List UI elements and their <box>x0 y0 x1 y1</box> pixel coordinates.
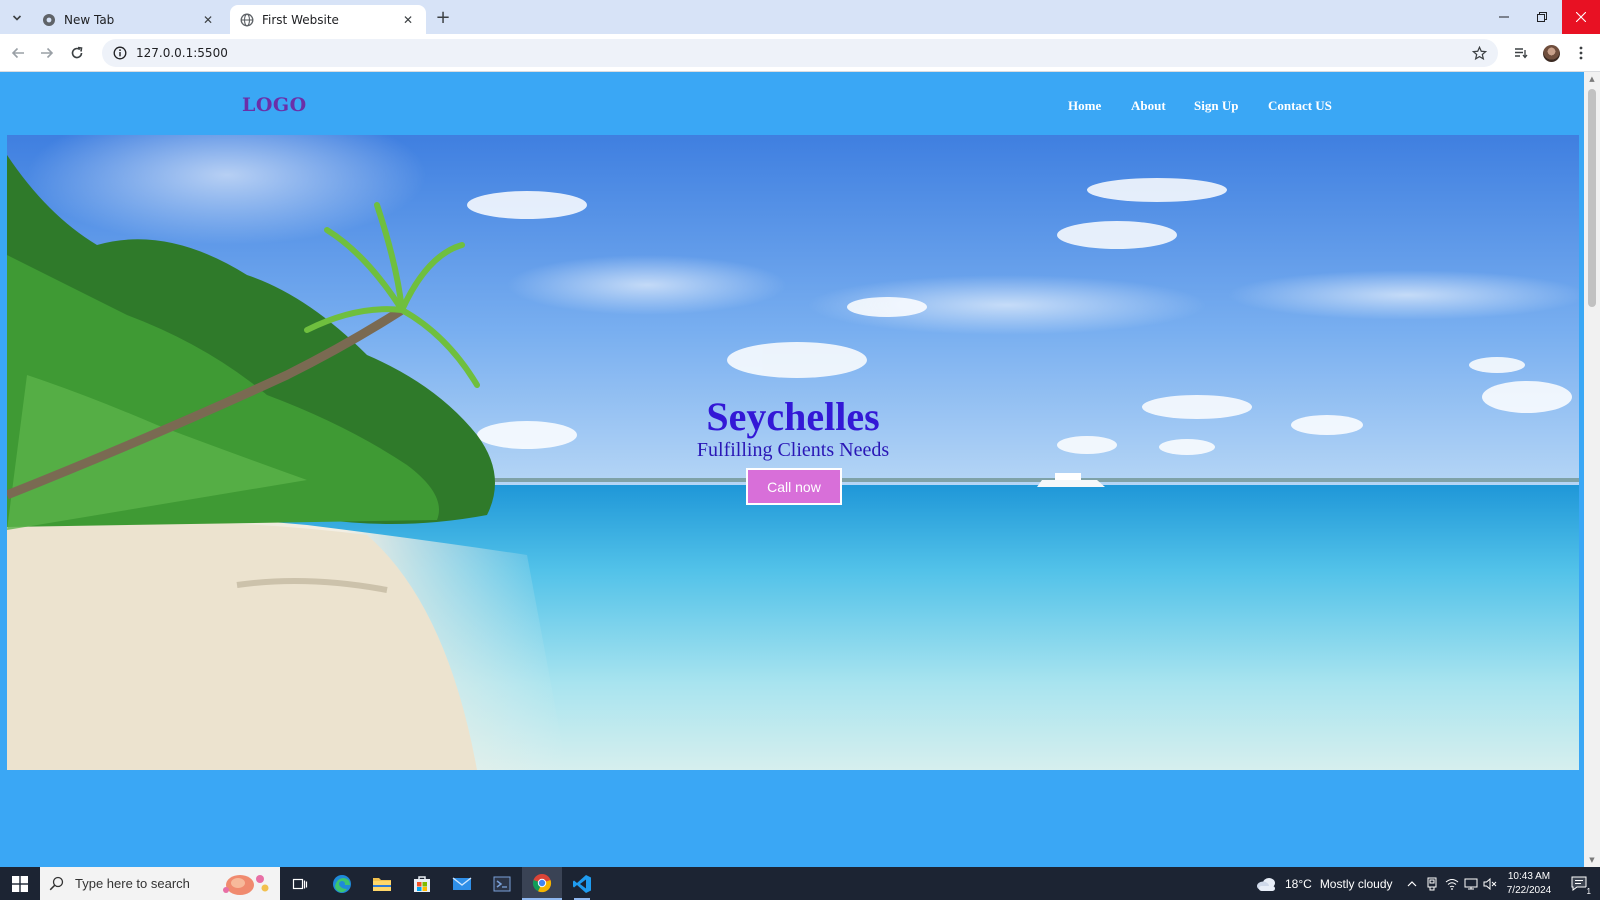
tab-title: First Website <box>262 12 339 27</box>
chrome-icon <box>532 873 552 892</box>
clock-date: 7/22/2024 <box>1506 885 1552 896</box>
nav-link-home[interactable]: Home <box>1068 98 1101 114</box>
bookmark-star-icon[interactable] <box>1470 44 1488 62</box>
taskbar-search[interactable]: Type here to search <box>40 867 280 900</box>
weather-temperature: 18°C <box>1285 876 1312 891</box>
hero-subtitle: Fulfilling Clients Needs <box>696 439 890 461</box>
hero-title: Seychelles <box>706 394 880 439</box>
vscode-icon <box>573 874 591 893</box>
url-text: 127.0.0.1:5500 <box>136 46 228 60</box>
chrome-favicon-icon <box>42 13 56 27</box>
scroll-down-arrow-icon[interactable]: ▼ <box>1584 853 1600 867</box>
site-navbar: LOGO Home About Sign Up Contact US <box>0 72 1584 135</box>
minimize-button[interactable] <box>1485 0 1523 34</box>
taskbar-terminal[interactable] <box>482 867 522 900</box>
start-button[interactable] <box>0 867 40 900</box>
task-view-icon <box>292 878 308 889</box>
reading-list-icon[interactable] <box>1510 42 1532 64</box>
nav-link-contact-us[interactable]: Contact US <box>1268 98 1332 114</box>
plus-icon: + <box>435 6 451 28</box>
search-placeholder: Type here to search <box>75 876 190 891</box>
notification-center-button[interactable]: 1 <box>1565 867 1595 900</box>
taskbar-edge[interactable] <box>322 867 362 900</box>
tab-new-tab[interactable]: New Tab ✕ <box>32 5 226 34</box>
scroll-up-arrow-icon[interactable]: ▲ <box>1584 72 1600 86</box>
page-scrollbar[interactable]: ▲ ▼ <box>1584 72 1600 867</box>
restore-button[interactable] <box>1523 0 1561 34</box>
weather-widget[interactable]: 18°C Mostly cloudy <box>1256 867 1393 900</box>
hero-text-overlay: Seychelles Fulfilling Clients Needs Call… <box>7 135 1579 770</box>
windows-taskbar: Type here to search 18°C Mostly cloudy 1… <box>0 867 1600 900</box>
globe-icon <box>240 13 254 27</box>
nav-link-about[interactable]: About <box>1131 98 1166 114</box>
close-tab-icon[interactable]: ✕ <box>200 12 216 28</box>
network-icon[interactable] <box>1461 867 1481 900</box>
taskbar-store[interactable] <box>402 867 442 900</box>
close-tab-icon[interactable]: ✕ <box>400 12 416 28</box>
weather-condition: Mostly cloudy <box>1319 876 1393 891</box>
close-window-button[interactable] <box>1562 0 1600 34</box>
call-now-button[interactable]: Call now <box>746 468 842 505</box>
chevron-down-icon <box>12 8 22 27</box>
address-bar[interactable]: 127.0.0.1:5500 <box>102 39 1498 67</box>
taskbar-file-explorer[interactable] <box>362 867 402 900</box>
site-info-icon[interactable] <box>106 46 134 60</box>
task-view-button[interactable] <box>280 867 320 900</box>
new-tab-button[interactable]: + <box>432 6 454 28</box>
edge-icon <box>333 874 351 893</box>
windows-logo-icon <box>12 875 28 892</box>
tab-search-button[interactable] <box>6 6 28 28</box>
scrollbar-thumb[interactable] <box>1588 89 1596 307</box>
taskbar-chrome[interactable] <box>522 867 562 900</box>
folder-icon <box>373 877 391 891</box>
usb-device-icon[interactable] <box>1422 867 1442 900</box>
taskbar-mail[interactable] <box>442 867 482 900</box>
clock-time: 10:43 AM <box>1507 871 1551 882</box>
forward-button[interactable] <box>36 42 58 64</box>
show-hidden-icons-chevron-icon[interactable] <box>1402 867 1422 900</box>
search-icon <box>49 876 67 891</box>
site-logo[interactable]: LOGO <box>242 94 307 116</box>
taskbar-vscode[interactable] <box>562 867 602 900</box>
mail-icon <box>452 876 472 890</box>
cloud-icon <box>1256 876 1278 892</box>
tab-first-website[interactable]: First Website ✕ <box>230 5 426 34</box>
terminal-icon <box>493 876 511 891</box>
search-highlight-image <box>223 875 269 895</box>
browser-toolbar: 127.0.0.1:5500 <box>0 34 1600 72</box>
reload-button[interactable] <box>66 42 88 64</box>
notification-count: 1 <box>1585 887 1592 896</box>
avatar <box>1542 44 1560 62</box>
hero-section: Seychelles Fulfilling Clients Needs Call… <box>7 135 1579 770</box>
browser-tabstrip: New Tab ✕ First Website ✕ + <box>0 0 1600 34</box>
profile-avatar[interactable] <box>1540 42 1562 64</box>
store-icon <box>414 875 430 892</box>
nav-link-sign-up[interactable]: Sign Up <box>1194 98 1238 114</box>
system-clock[interactable]: 10:43 AM 7/22/2024 <box>1500 870 1558 898</box>
tab-title: New Tab <box>64 12 115 27</box>
wifi-icon[interactable] <box>1442 867 1462 900</box>
page-viewport: LOGO Home About Sign Up Contact US Seych… <box>0 72 1584 867</box>
back-button[interactable] <box>7 42 29 64</box>
speaker-muted-icon[interactable] <box>1480 867 1500 900</box>
browser-menu-icon[interactable] <box>1570 42 1592 64</box>
